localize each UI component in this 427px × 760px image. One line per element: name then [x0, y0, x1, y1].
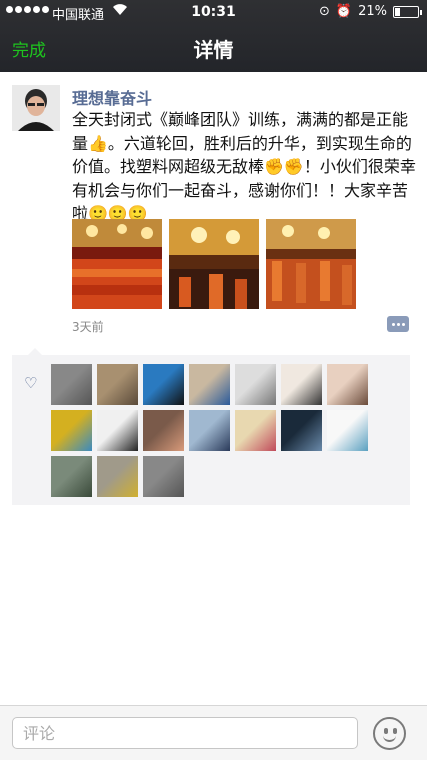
post-photo[interactable]: [72, 219, 162, 309]
liker-avatar[interactable]: [97, 364, 138, 405]
post-text: 全天封闭式《巅峰团队》训练，满满的都是正能量👍。六道轮回，胜利后的升华，到实现生…: [72, 110, 416, 223]
status-bar: 中国联通 10:31 ⊙ ⏰ 21%: [0, 0, 427, 24]
liker-avatar[interactable]: [189, 410, 230, 451]
author-avatar[interactable]: [12, 85, 60, 131]
liker-avatar[interactable]: [327, 410, 368, 451]
liker-avatar[interactable]: [235, 410, 276, 451]
liker-avatar[interactable]: [143, 364, 184, 405]
liker-avatar[interactable]: [51, 364, 92, 405]
liker-avatar[interactable]: [189, 364, 230, 405]
liker-avatar[interactable]: [143, 410, 184, 451]
liker-avatar[interactable]: [97, 456, 138, 497]
top-bar: 中国联通 10:31 ⊙ ⏰ 21% 完成 详情: [0, 0, 427, 72]
liker-avatar[interactable]: [281, 410, 322, 451]
post-photo[interactable]: [266, 219, 356, 309]
battery-percent: 21%: [358, 4, 387, 19]
liker-avatar[interactable]: [281, 364, 322, 405]
photo-grid: [72, 219, 356, 309]
heart-icon: ♡: [24, 374, 38, 392]
comment-action-icon[interactable]: [387, 316, 409, 332]
page-title: 详情: [193, 38, 234, 62]
post-time: 3天前: [72, 320, 104, 334]
liker-avatar[interactable]: [235, 364, 276, 405]
liker-avatar[interactable]: [51, 456, 92, 497]
battery-icon: [393, 5, 422, 18]
liker-avatar[interactable]: [97, 410, 138, 451]
comment-input[interactable]: [12, 717, 358, 749]
comment-bar: [0, 705, 427, 760]
emoji-icon[interactable]: [373, 717, 406, 750]
liker-avatar[interactable]: [51, 410, 92, 451]
status-right: ⊙ ⏰ 21%: [319, 4, 422, 19]
rotation-lock-icon: ⊙: [319, 4, 330, 19]
post-photo[interactable]: [169, 219, 259, 309]
liker-avatar[interactable]: [327, 364, 368, 405]
liker-avatar[interactable]: [143, 456, 184, 497]
alarm-icon: ⏰: [335, 4, 353, 19]
author-name[interactable]: 理想靠奋斗: [72, 85, 152, 109]
likes-panel: ♡: [12, 348, 410, 505]
